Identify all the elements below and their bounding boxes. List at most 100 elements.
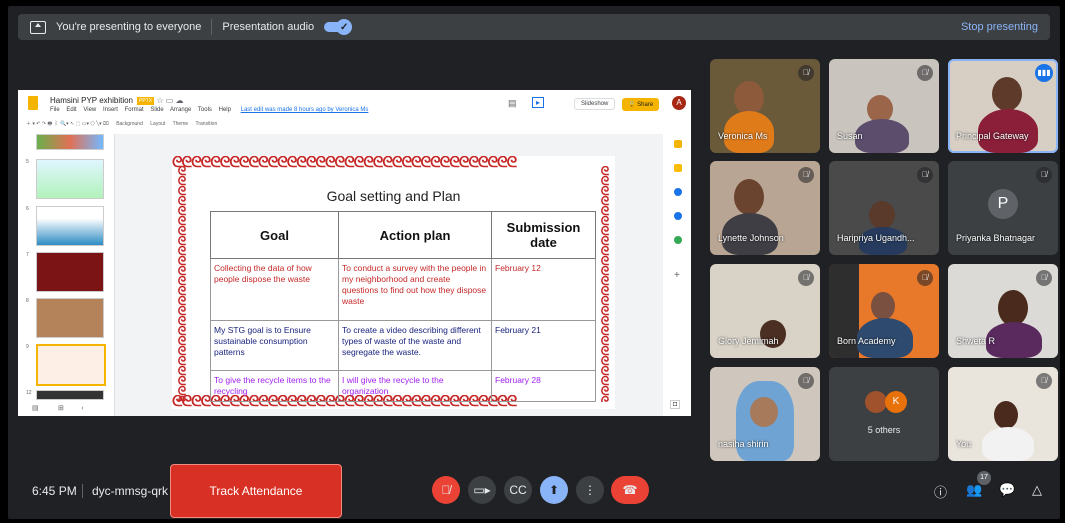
decorative-border: ᘓᘓᘓᘓᘓᘓᘓᘓᘓᘓᘓᘓᘓᘓᘓᘓᘓᘓᘓᘓᘓᘓᘓᘓᘓᘓᘓᘓᘓᘓᘓᘓᘓᘓᘓᘓ	[172, 156, 517, 170]
menu-view[interactable]: View	[83, 107, 96, 113]
explore-icon[interactable]: ◘	[670, 400, 681, 409]
toolbar-background[interactable]: Background	[116, 121, 143, 127]
participant-name: Shweta R	[956, 336, 996, 346]
toolbar-icons[interactable]: ＋ ▾ ↶ ↷ 🖶 ⌇ 🔍▾ ↖ ⬚ ▭▾ ⬠ ╲▾ ⌧	[26, 121, 109, 127]
menu-edit[interactable]: Edit	[66, 107, 76, 113]
slide-thumbnail[interactable]	[36, 390, 104, 400]
slide-number: 8	[26, 298, 29, 304]
participant-name: Haripriya Ugandh...	[837, 233, 915, 243]
self-tile[interactable]: 🎙̸ You	[948, 367, 1058, 461]
presenting-bar: You're presenting to everyone Presentati…	[18, 14, 1050, 40]
participant-name: Principal Gateway	[956, 131, 1029, 141]
toolbar-transition[interactable]: Transition	[195, 121, 217, 127]
add-addon-icon[interactable]: +	[674, 270, 680, 281]
participant-tile[interactable]: 🎙̸ Susan	[829, 59, 939, 153]
slide-thumbnail[interactable]	[36, 298, 104, 338]
menu-arrange[interactable]: Arrange	[170, 107, 191, 113]
track-attendance-button[interactable]: Track Attendance	[170, 464, 342, 518]
participant-name: Glory Jemimah	[718, 336, 779, 346]
leave-call-button[interactable]: ☎	[611, 476, 649, 504]
presentation-audio-toggle[interactable]: ✓	[324, 19, 353, 35]
goal-cell: Collecting the data of how people dispos…	[210, 258, 339, 321]
action-cell: I will give the recycle to the organizat…	[338, 370, 492, 402]
participant-name: Priyanka Bhatnagar	[956, 233, 1036, 243]
video-feed	[998, 290, 1028, 326]
people-icon[interactable]: 👥	[966, 482, 982, 498]
meeting-time: 6:45 PM	[32, 484, 77, 498]
participant-avatar: K	[885, 391, 907, 413]
contacts-icon[interactable]	[674, 212, 682, 220]
menu-help[interactable]: Help	[219, 107, 231, 113]
camera-button[interactable]: ▭▸	[468, 476, 496, 504]
menu-file[interactable]: File	[50, 107, 60, 113]
goal-table: Goal Action plan Submission date Collect…	[210, 211, 596, 402]
menu-tools[interactable]: Tools	[198, 107, 212, 113]
chat-icon[interactable]: 💬	[999, 482, 1015, 498]
participant-tile[interactable]: 🎙̸ Born Academy	[829, 264, 939, 358]
meet-present-icon[interactable]: ▸	[532, 97, 545, 108]
participant-name: Born Academy	[837, 336, 896, 346]
mic-off-icon: 🎙̸	[917, 270, 933, 286]
participant-tile[interactable]: 🎙̸ Shweta R	[948, 264, 1058, 358]
goal-cell: To give the recycle items to the recycli…	[210, 370, 339, 402]
mic-off-icon: 🎙̸	[798, 270, 814, 286]
participant-tile[interactable]: 🎙̸ nasiha shirin	[710, 367, 820, 461]
calendar-icon[interactable]	[674, 188, 682, 196]
participant-tile-active[interactable]: ▮▮▮ Principal Gateway	[948, 59, 1058, 153]
toolbar-layout[interactable]: Layout	[150, 121, 165, 127]
slide-thumbnail[interactable]	[36, 134, 104, 150]
meeting-code[interactable]: dyc-mmsg-qrk	[92, 484, 168, 498]
slide-number: 5	[26, 159, 29, 165]
participant-avatar: P	[988, 189, 1018, 219]
presentation-audio-label: Presentation audio	[222, 21, 315, 33]
activities-icon[interactable]: △	[1032, 482, 1042, 498]
slide-thumbnail[interactable]	[36, 159, 104, 199]
mic-off-icon: 🎙̸	[1036, 373, 1052, 389]
participant-tile[interactable]: 🎙̸ Haripriya Ugandh...	[829, 161, 939, 255]
video-feed	[992, 77, 1022, 111]
participant-tile[interactable]: P 🎙̸ Priyanka Bhatnagar	[948, 161, 1058, 255]
tasks-icon[interactable]	[674, 164, 682, 172]
share-button[interactable]: 🔒 Share	[622, 98, 660, 111]
action-cell: To conduct a survey with the people in m…	[338, 258, 492, 321]
slideshow-button[interactable]: Slideshow	[574, 98, 616, 110]
slide-thumbnail[interactable]	[36, 206, 104, 246]
last-edit-link[interactable]: Last edit was made 8 hours ago by Veroni…	[241, 107, 369, 113]
keep-icon[interactable]	[674, 140, 682, 148]
maps-icon[interactable]	[674, 236, 682, 244]
header-action-plan: Action plan	[338, 211, 492, 259]
video-feed	[750, 397, 778, 427]
grid-view-icon[interactable]: ▤ ⊞ ‹	[32, 404, 84, 412]
participant-tile[interactable]: 🎙̸ Glory Jemimah	[710, 264, 820, 358]
toolbar-theme[interactable]: Theme	[173, 121, 189, 127]
slide-thumbnail[interactable]	[36, 252, 104, 292]
header-submission-date: Submission date	[491, 211, 596, 259]
more-options-button[interactable]: ⋮	[576, 476, 604, 504]
video-feed	[982, 427, 1034, 461]
slide-thumbnail-selected[interactable]	[36, 344, 106, 386]
slides-header: Hamsini PYP exhibition PPTX ☆ ▭ ☁ File Ed…	[18, 90, 691, 116]
menu-slide[interactable]: Slide	[150, 107, 163, 113]
mic-off-icon: 🎙̸	[1036, 270, 1052, 286]
info-icon[interactable]: ⓘ	[934, 482, 947, 501]
table-row: My STG goal is to Ensure sustainable con…	[210, 320, 596, 371]
menu-insert[interactable]: Insert	[103, 107, 118, 113]
account-avatar[interactable]: A	[672, 96, 686, 110]
mic-off-icon: 🎙̸	[798, 167, 814, 183]
present-button[interactable]: ⬆	[540, 476, 568, 504]
stop-presenting-button[interactable]: Stop presenting	[961, 21, 1038, 33]
slide-title: Goal setting and Plan	[326, 188, 461, 204]
doc-title[interactable]: Hamsini PYP exhibition PPTX ☆ ▭ ☁	[50, 96, 184, 105]
menu-format[interactable]: Format	[125, 107, 144, 113]
mic-off-button[interactable]: 🎙̸	[432, 476, 460, 504]
side-panel: + ◘	[666, 120, 691, 416]
participant-tile[interactable]: 🎙̸ Veronica Ms	[710, 59, 820, 153]
captions-button[interactable]: CC	[504, 476, 532, 504]
comments-icon[interactable]: ▤	[508, 98, 517, 109]
slide-thumbnails: 5 6 7 8 9 12 ▤ ⊞ ‹	[18, 134, 115, 416]
slides-logo-icon	[28, 96, 38, 110]
pptx-badge: PPTX	[137, 96, 155, 105]
table-row: Collecting the data of how people dispos…	[210, 258, 596, 321]
others-tile[interactable]: K 5 others	[829, 367, 939, 461]
participant-tile[interactable]: 🎙̸ Lynette Johnson	[710, 161, 820, 255]
